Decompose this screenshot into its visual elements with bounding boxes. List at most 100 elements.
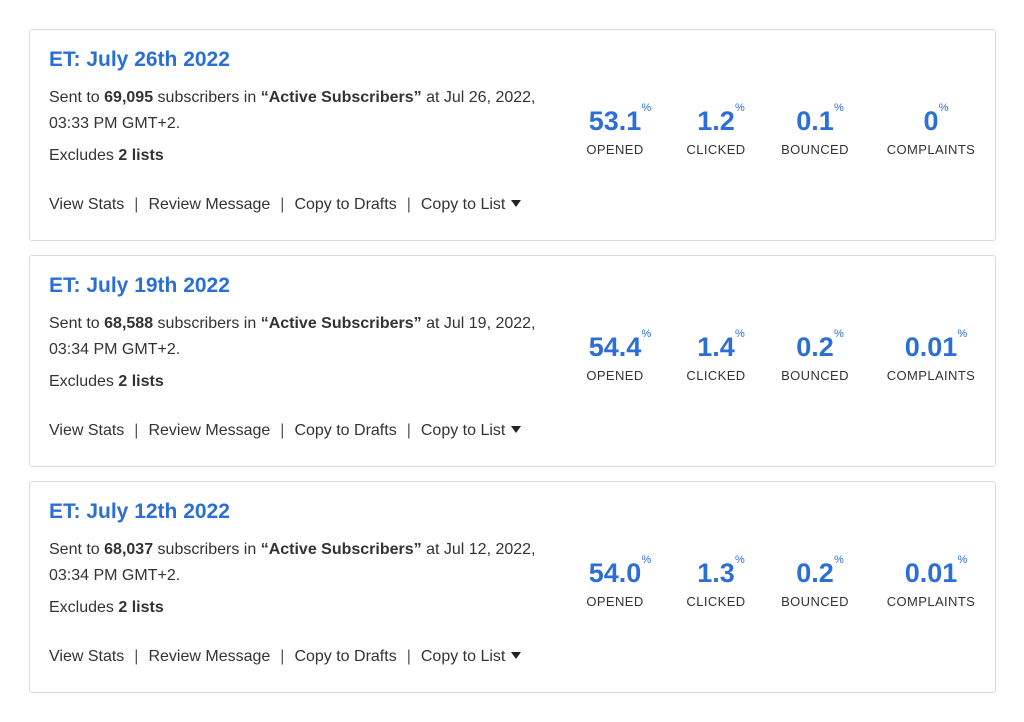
percent-sign: %	[734, 328, 745, 340]
copy-to-list-label: Copy to List	[420, 422, 506, 439]
list-name: “Active Subscribers”	[260, 315, 422, 332]
stat-opened-value: 53.1	[588, 106, 642, 136]
excludes-prefix: Excludes	[49, 599, 119, 616]
list-name: “Active Subscribers”	[260, 89, 422, 106]
caret-down-icon	[511, 652, 522, 660]
stat-bounced: 0.1% BOUNCED	[781, 102, 849, 158]
review-message-link[interactable]: Review Message	[148, 192, 270, 218]
campaign-list: ET: July 26th 2022 Sent to 69,095 subscr…	[29, 29, 996, 707]
sent-prefix: Sent to	[49, 89, 105, 106]
excludes-count: 2 lists	[118, 147, 164, 164]
copy-to-list-dropdown[interactable]: Copy to List	[420, 418, 522, 444]
campaign-stats: 53.1% OPENED 1.2% CLICKED 0.1% BOUNCED 0…	[570, 102, 990, 174]
percent-sign: %	[957, 554, 968, 566]
view-stats-link[interactable]: View Stats	[49, 418, 124, 444]
action-separator: |	[280, 196, 285, 213]
action-separator: |	[134, 648, 139, 665]
campaign-excludes: Excludes 2 lists	[49, 595, 164, 621]
campaign-card: ET: July 26th 2022 Sent to 69,095 subscr…	[29, 29, 996, 241]
stat-bounced-value: 0.1	[796, 106, 834, 136]
stat-clicked-label: CLICKED	[686, 594, 746, 609]
copy-to-list-label: Copy to List	[420, 648, 506, 665]
sent-prefix: Sent to	[49, 315, 105, 332]
sent-middle: subscribers in	[153, 89, 261, 106]
action-separator: |	[406, 196, 411, 213]
stat-clicked: 1.2% CLICKED	[686, 102, 746, 158]
percent-sign: %	[833, 102, 844, 114]
percent-sign: %	[833, 328, 844, 340]
percent-sign: %	[641, 102, 652, 114]
stat-opened-label: OPENED	[586, 142, 644, 157]
stat-opened-label: OPENED	[586, 368, 644, 383]
stat-complaints: 0% COMPLAINTS	[886, 102, 976, 158]
action-separator: |	[134, 422, 139, 439]
stat-opened-label: OPENED	[586, 594, 644, 609]
action-separator: |	[280, 648, 285, 665]
campaign-stats: 54.4% OPENED 1.4% CLICKED 0.2% BOUNCED 0…	[570, 328, 990, 400]
action-separator: |	[280, 422, 285, 439]
campaign-card: ET: July 12th 2022 Sent to 68,037 subscr…	[29, 481, 996, 693]
percent-sign: %	[641, 554, 652, 566]
stat-opened: 54.0% OPENED	[586, 554, 651, 610]
sent-middle: subscribers in	[153, 541, 261, 558]
stat-bounced: 0.2% BOUNCED	[781, 554, 849, 610]
stat-complaints-label: COMPLAINTS	[886, 594, 976, 609]
review-message-link[interactable]: Review Message	[148, 418, 270, 444]
campaign-title[interactable]: ET: July 26th 2022	[49, 48, 230, 72]
sent-middle: subscribers in	[153, 315, 261, 332]
campaign-actions: View Stats | Review Message | Copy to Dr…	[49, 192, 522, 218]
view-stats-link[interactable]: View Stats	[49, 192, 124, 218]
excludes-count: 2 lists	[118, 373, 164, 390]
stat-bounced-label: BOUNCED	[781, 594, 849, 609]
stat-opened: 54.4% OPENED	[586, 328, 651, 384]
excludes-prefix: Excludes	[49, 147, 119, 164]
action-separator: |	[406, 648, 411, 665]
stat-clicked-value: 1.2	[697, 106, 735, 136]
campaign-actions: View Stats | Review Message | Copy to Dr…	[49, 644, 522, 670]
stat-clicked-label: CLICKED	[686, 142, 746, 157]
stat-opened: 53.1% OPENED	[586, 102, 651, 158]
campaign-excludes: Excludes 2 lists	[49, 369, 164, 395]
stat-clicked: 1.3% CLICKED	[686, 554, 746, 610]
view-stats-link[interactable]: View Stats	[49, 644, 124, 670]
copy-to-drafts-link[interactable]: Copy to Drafts	[294, 644, 396, 670]
copy-to-list-dropdown[interactable]: Copy to List	[420, 644, 522, 670]
review-message-link[interactable]: Review Message	[148, 644, 270, 670]
percent-sign: %	[938, 102, 949, 114]
subscriber-count: 68,588	[104, 315, 154, 332]
copy-to-drafts-link[interactable]: Copy to Drafts	[294, 192, 396, 218]
percent-sign: %	[734, 102, 745, 114]
campaign-sent-info: Sent to 68,037 subscribers in “Active Su…	[49, 537, 539, 589]
copy-to-list-dropdown[interactable]: Copy to List	[421, 192, 522, 218]
stat-clicked-value: 1.4	[697, 332, 735, 362]
excludes-count: 2 lists	[118, 599, 164, 616]
percent-sign: %	[833, 554, 844, 566]
stat-clicked: 1.4% CLICKED	[686, 328, 746, 384]
stat-complaints-label: COMPLAINTS	[886, 142, 976, 157]
stat-opened-value: 54.4	[588, 332, 642, 362]
stat-bounced-value: 0.2	[796, 558, 834, 588]
campaign-sent-info: Sent to 68,588 subscribers in “Active Su…	[49, 311, 539, 363]
campaign-excludes: Excludes 2 lists	[49, 143, 164, 169]
campaign-title[interactable]: ET: July 12th 2022	[49, 500, 230, 524]
campaign-actions: View Stats | Review Message | Copy to Dr…	[49, 418, 522, 444]
stat-clicked-label: CLICKED	[686, 368, 746, 383]
stat-complaints: 0.01% COMPLAINTS	[886, 554, 976, 610]
campaign-sent-info: Sent to 69,095 subscribers in “Active Su…	[49, 85, 539, 137]
stat-complaints-value: 0.01	[904, 558, 958, 588]
stat-complaints-value: 0.01	[904, 332, 958, 362]
list-name: “Active Subscribers”	[260, 541, 422, 558]
subscriber-count: 69,095	[104, 89, 154, 106]
excludes-prefix: Excludes	[49, 373, 119, 390]
sent-prefix: Sent to	[49, 541, 105, 558]
stat-clicked-value: 1.3	[697, 558, 735, 588]
campaign-title[interactable]: ET: July 19th 2022	[49, 274, 230, 298]
caret-down-icon	[511, 200, 522, 208]
stat-bounced-label: BOUNCED	[781, 142, 849, 157]
stat-bounced-label: BOUNCED	[781, 368, 849, 383]
campaign-card: ET: July 19th 2022 Sent to 68,588 subscr…	[29, 255, 996, 467]
copy-to-drafts-link[interactable]: Copy to Drafts	[294, 418, 396, 444]
campaign-stats: 54.0% OPENED 1.3% CLICKED 0.2% BOUNCED 0…	[570, 554, 990, 626]
action-separator: |	[134, 196, 139, 213]
stat-complaints-label: COMPLAINTS	[886, 368, 976, 383]
